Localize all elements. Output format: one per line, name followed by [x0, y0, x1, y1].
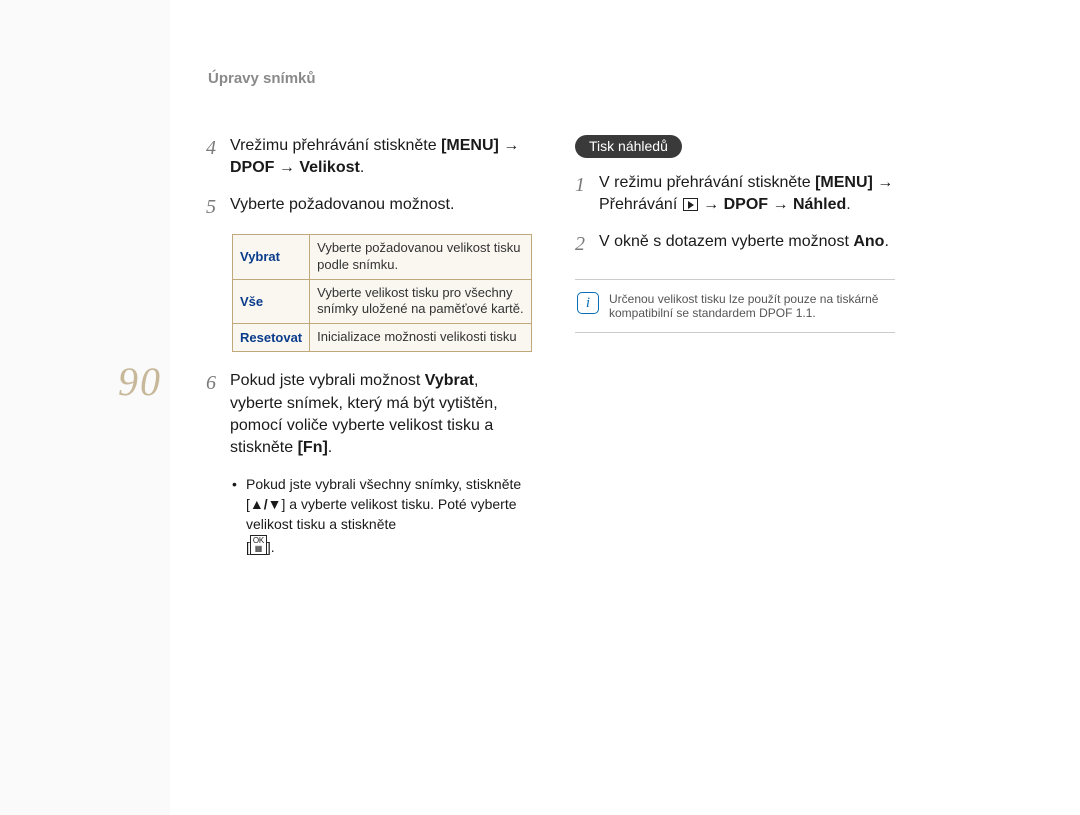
step-number: 6: [206, 370, 230, 460]
dpof-label: DPOF: [724, 196, 768, 213]
bullet-text: Pokud jste vybrali všechny snímky, stisk…: [246, 474, 526, 557]
note-text: Určenou velikost tisku lze použít pouze …: [609, 292, 893, 320]
info-icon: i: [577, 292, 599, 314]
dot: .: [328, 439, 332, 456]
step-body: Vrežimu přehrávání stiskněte [MENU] → DP…: [230, 135, 526, 180]
text: Pokud jste vybrali možnost: [230, 372, 425, 389]
bullet-item: • Pokud jste vybrali všechny snímky, sti…: [232, 474, 526, 557]
arrow: →: [274, 159, 299, 176]
text: Vrežimu přehrávání stiskněte: [230, 137, 441, 154]
dot: .: [360, 159, 364, 176]
text: ].: [267, 539, 275, 555]
text: →: [699, 196, 724, 213]
velikost-label: Velikost: [299, 159, 359, 176]
dot: .: [846, 196, 850, 213]
opt-desc: Vyberte velikost tisku pro všechny snímk…: [310, 279, 532, 324]
ano-label: Ano: [853, 233, 884, 250]
step-number: 5: [206, 194, 230, 220]
step-body: V okně s dotazem vyberte možnost Ano.: [599, 231, 895, 257]
dpof-label: DPOF: [230, 159, 274, 176]
menu-key: [MENU]: [441, 137, 499, 154]
bullet-block: • Pokud jste vybrali všechny snímky, sti…: [232, 474, 526, 557]
step-2: 2 V okně s dotazem vyberte možnost Ano.: [575, 231, 895, 257]
menu-key: [MENU]: [815, 174, 873, 191]
page-header: Úpravy snímků: [208, 70, 316, 87]
step-body: Vyberte požadovanou možnost.: [230, 194, 526, 220]
nahled-label: Náhled: [793, 196, 846, 213]
step-number: 2: [575, 231, 599, 257]
play-icon: [683, 198, 698, 211]
table-row: Vše Vyberte velikost tisku pro všechny s…: [233, 279, 532, 324]
step-6: 6 Pokud jste vybrali možnost Vybrat, vyb…: [206, 370, 526, 460]
right-column: Tisk náhledů 1 V režimu přehrávání stisk…: [575, 135, 895, 333]
note-box: i Určenou velikost tisku lze použít pouz…: [575, 279, 895, 333]
ok-menu-icon: OK▦: [250, 535, 267, 555]
dot: .: [884, 233, 888, 250]
updown-icon: ▲/▼: [250, 496, 282, 512]
text: V okně s dotazem vyberte možnost: [599, 233, 853, 250]
options-table: Vybrat Vyberte požadovanou velikost tisk…: [232, 234, 532, 352]
step-body: V režimu přehrávání stiskněte [MENU] → P…: [599, 172, 895, 217]
step-4: 4 Vrežimu přehrávání stiskněte [MENU] → …: [206, 135, 526, 180]
table-row: Vybrat Vyberte požadovanou velikost tisk…: [233, 234, 532, 279]
step-number: 1: [575, 172, 599, 217]
page-number: 90: [118, 358, 162, 405]
arrow: →: [499, 137, 519, 154]
left-column: 4 Vrežimu přehrávání stiskněte [MENU] → …: [206, 135, 526, 557]
opt-label: Vše: [233, 279, 310, 324]
step-5: 5 Vyberte požadovanou možnost.: [206, 194, 526, 220]
vybrat-label: Vybrat: [425, 372, 474, 389]
step-1: 1 V režimu přehrávání stiskněte [MENU] →…: [575, 172, 895, 217]
page-sidebar: 90: [0, 0, 170, 815]
step-body: Pokud jste vybrali možnost Vybrat, vyber…: [230, 370, 526, 460]
opt-desc: Vyberte požadovanou velikost tisku podle…: [310, 234, 532, 279]
text: ] a vyberte velikost tisku. Poté vyberte…: [246, 496, 517, 532]
opt-desc: Inicializace možnosti velikosti tisku: [310, 324, 532, 352]
table-row: Resetovat Inicializace možnosti velikost…: [233, 324, 532, 352]
bullet-dot: •: [232, 474, 246, 557]
opt-label: Vybrat: [233, 234, 310, 279]
text: →: [768, 196, 793, 213]
opt-label: Resetovat: [233, 324, 310, 352]
section-pill: Tisk náhledů: [575, 135, 682, 158]
step-number: 4: [206, 135, 230, 180]
fn-key: [Fn]: [298, 439, 328, 456]
text: V režimu přehrávání stiskněte: [599, 174, 815, 191]
